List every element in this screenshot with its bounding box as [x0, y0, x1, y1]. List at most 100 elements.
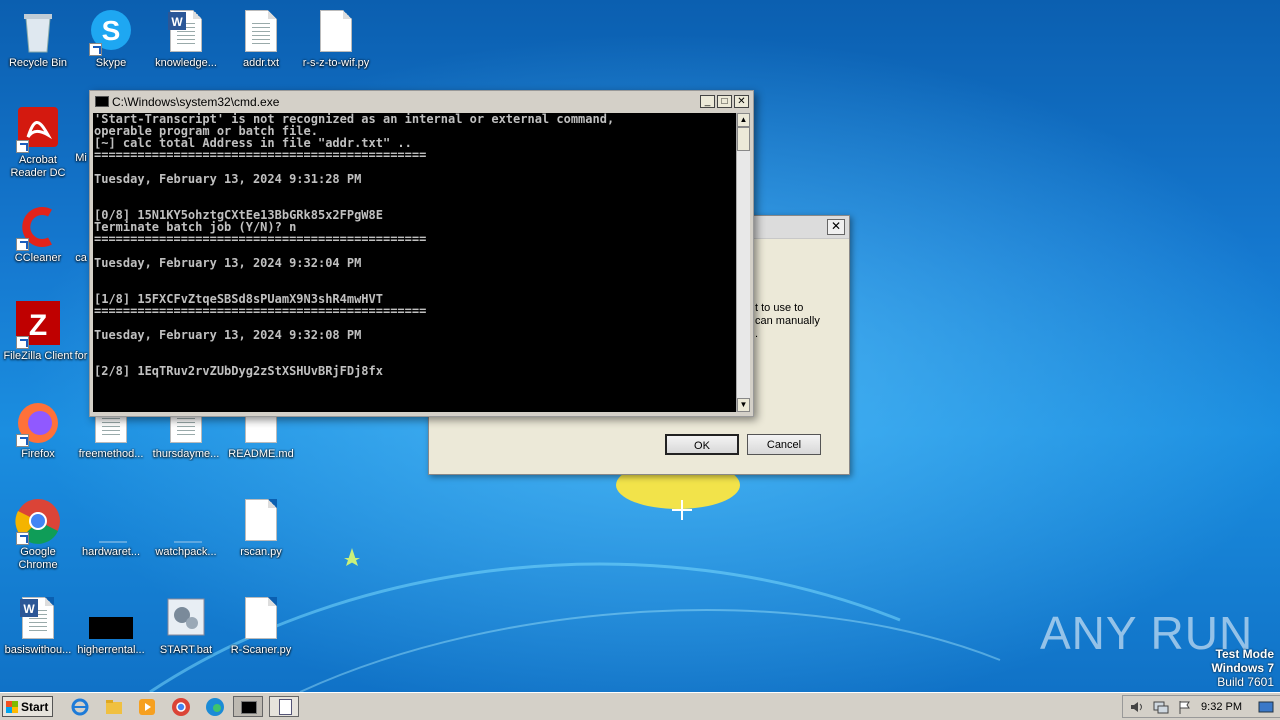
media-player-icon[interactable]	[137, 697, 157, 717]
file-icon-image	[162, 497, 210, 545]
desktop-icon-label: hardwaret...	[81, 546, 141, 558]
scroll-thumb[interactable]	[737, 127, 750, 151]
word-doc-icon: W	[14, 595, 62, 643]
test-mode-text: Test Mode	[1215, 647, 1274, 661]
desktop-icon-label: watchpack...	[155, 546, 217, 558]
notepad-icon	[279, 699, 292, 715]
action-center-flag-icon[interactable]	[1177, 700, 1191, 714]
acrobat-icon-image	[14, 105, 62, 153]
black-thumbnail-image	[87, 595, 135, 643]
blank-file-image	[237, 595, 285, 643]
taskbar-notepad-button[interactable]	[269, 696, 299, 717]
desktop-icon-label: addr.txt	[242, 57, 280, 69]
shortcut-arrow-icon	[16, 336, 29, 349]
clock[interactable]: 9:32 PM	[1201, 701, 1242, 713]
python-file-icon[interactable]: R-Scaner.py	[223, 595, 299, 657]
partial-icon-image	[71, 301, 91, 349]
dialog-close-button[interactable]: ✕	[827, 219, 845, 235]
desktop-icon-label: r-s-z-to-wif.py	[302, 57, 370, 69]
text-file-image	[237, 8, 285, 56]
desktop-icon-label: Recycle Bin	[8, 57, 68, 69]
file-icon-image	[87, 497, 135, 545]
close-button[interactable]: ✕	[734, 95, 749, 108]
chrome-taskbar-icon[interactable]	[171, 697, 191, 717]
network-icon[interactable]	[1153, 700, 1169, 714]
shortcut-arrow-icon	[16, 532, 29, 545]
scroll-down-arrow-icon[interactable]: ▼	[737, 398, 750, 412]
filezilla-icon[interactable]: Z FileZilla Client	[0, 301, 76, 363]
file-icon[interactable]: watchpack...	[148, 497, 224, 559]
shortcut-arrow-icon	[16, 140, 29, 153]
word-document-icon[interactable]: W knowledge...	[148, 8, 224, 70]
console-line: ========================================…	[94, 232, 427, 246]
desktop-icon-label: Google Chrome	[18, 546, 58, 571]
word-document-icon[interactable]: W basiswithou...	[0, 595, 76, 657]
chrome-icon-image	[14, 497, 62, 545]
start-label: Start	[21, 700, 49, 714]
ok-button[interactable]: OK	[665, 434, 739, 455]
taskbar-cmd-button[interactable]	[233, 696, 263, 717]
acrobat-reader-icon[interactable]: Acrobat Reader DC	[0, 105, 76, 180]
vertical-scrollbar[interactable]: ▲ ▼	[736, 113, 750, 412]
cancel-button[interactable]: Cancel	[747, 434, 821, 455]
edge-icon[interactable]	[205, 697, 225, 717]
desktop-icon-label: CCleaner	[14, 252, 62, 264]
window-title: C:\Windows\system32\cmd.exe	[112, 95, 280, 109]
show-desktop-icon[interactable]	[1258, 700, 1274, 714]
partial-icon-image	[71, 203, 91, 251]
build-text: Build 7601	[1217, 675, 1274, 689]
desktop-icon-label: knowledge...	[155, 57, 217, 69]
desktop-icon-label: basiswithou...	[4, 644, 72, 656]
desktop-icon-label: FileZilla Client	[3, 350, 73, 362]
minimize-button[interactable]: _	[700, 95, 715, 108]
shortcut-arrow-icon	[16, 238, 29, 251]
ccleaner-icon-image	[14, 203, 62, 251]
svg-text:W: W	[171, 15, 183, 29]
text-file-icon[interactable]: addr.txt	[223, 8, 299, 70]
taskbar: Start 9:32 PM	[0, 692, 1280, 720]
console-line: ========================================…	[94, 148, 427, 162]
console-line: Tuesday, February 13, 2024 9:32:08 PM	[94, 328, 362, 342]
volume-icon[interactable]	[1129, 700, 1145, 714]
maximize-button[interactable]: □	[717, 95, 732, 108]
black-thumbnail-icon[interactable]: higherrental...	[73, 595, 149, 657]
cmd-window[interactable]: C:\Windows\system32\cmd.exe _ □ ✕ 'Start…	[89, 90, 754, 417]
dialog-text: can manually	[755, 315, 820, 327]
desktop-icon-label: README.md	[228, 448, 294, 460]
firefox-icon-image	[14, 399, 62, 447]
chrome-icon[interactable]: Google Chrome	[0, 497, 76, 572]
firefox-icon[interactable]: Firefox	[0, 399, 76, 461]
console-output[interactable]: 'Start-Transcript' is not recognized as …	[93, 113, 736, 412]
filezilla-icon-image: Z	[14, 301, 62, 349]
python-file-icon[interactable]: rscan.py	[223, 497, 299, 559]
test-mode-watermark: Test Mode Windows 7 Build 7601	[1211, 647, 1274, 689]
batch-file-icon[interactable]: START.bat	[148, 595, 224, 657]
dialog-text: .	[755, 328, 759, 340]
python-file-icon[interactable]: r-s-z-to-wif.py	[298, 8, 374, 70]
desktop-icon-label: Skype	[95, 57, 127, 69]
shortcut-arrow-icon	[89, 43, 102, 56]
windows-logo-icon	[6, 701, 18, 713]
desktop-icon-label: Firefox	[21, 448, 55, 460]
file-icon[interactable]: hardwaret...	[73, 497, 149, 559]
system-tray: 9:32 PM	[1122, 695, 1280, 718]
recycle-bin-icon-image	[14, 8, 62, 56]
recycle-bin-icon[interactable]: Recycle Bin	[0, 8, 76, 70]
desktop-icon-label: thursdayme...	[152, 448, 220, 460]
desktop-icon-label: rscan.py	[240, 546, 282, 558]
start-button[interactable]: Start	[2, 696, 53, 717]
svg-text:S: S	[102, 15, 121, 46]
partial-icon-image	[71, 105, 91, 153]
console-line: [2/8] 1EqTRuv2rvZUbDyg2zStXSHUvBRjFDj8fx	[94, 364, 383, 378]
scroll-up-arrow-icon[interactable]: ▲	[737, 113, 750, 127]
cmd-title-bar[interactable]: C:\Windows\system32\cmd.exe _ □ ✕	[92, 93, 751, 110]
skype-icon[interactable]: S Skype	[73, 8, 149, 70]
internet-explorer-icon[interactable]	[70, 697, 90, 717]
ccleaner-icon[interactable]: CCleaner	[0, 203, 76, 265]
file-explorer-icon[interactable]	[104, 697, 124, 717]
word-doc-icon: W	[162, 8, 210, 56]
cmd-icon	[241, 701, 257, 714]
